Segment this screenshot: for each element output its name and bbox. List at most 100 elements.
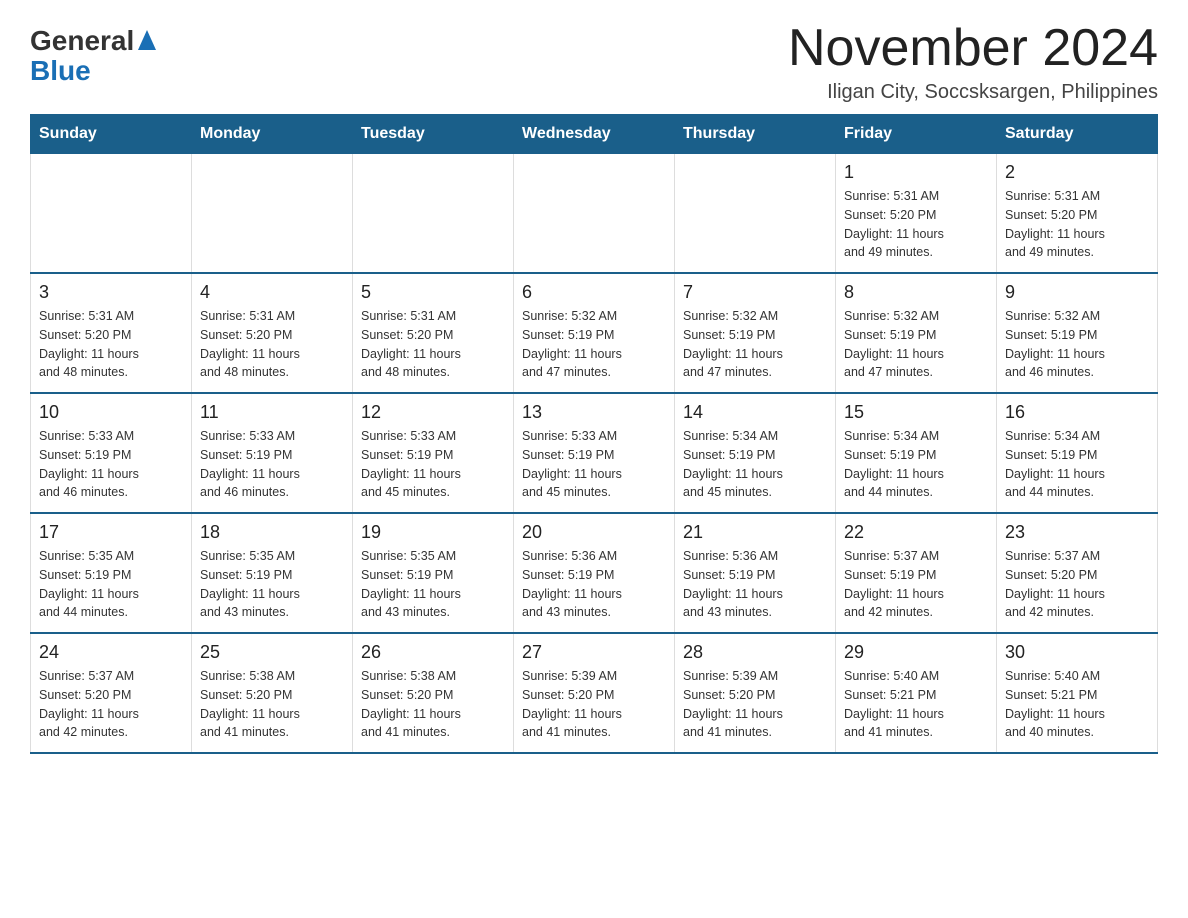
calendar-day-cell: 30 Sunrise: 5:40 AM Sunset: 5:21 PM Dayli… [997,633,1158,753]
calendar-week-row: 24 Sunrise: 5:37 AM Sunset: 5:20 PM Dayli… [31,633,1158,753]
day-number: 25 [200,642,344,663]
day-info-text: Sunrise: 5:32 AM Sunset: 5:19 PM Dayligh… [1005,307,1149,382]
calendar-day-cell: 12Sunrise: 5:33 AM Sunset: 5:19 PM Dayli… [353,393,514,513]
day-number: 16 [1005,402,1149,423]
day-number: 6 [522,282,666,303]
calendar-day-cell: 27 Sunrise: 5:39 AM Sunset: 5:20 PM Dayli… [514,633,675,753]
calendar-day-cell: 20 Sunrise: 5:36 AM Sunset: 5:19 PM Dayli… [514,513,675,633]
calendar-day-cell: 13 Sunrise: 5:33 AM Sunset: 5:19 PM Dayli… [514,393,675,513]
day-number: 24 [39,642,183,663]
day-info-text: Sunrise: 5:31 AM Sunset: 5:20 PM Dayligh… [1005,187,1149,262]
calendar-table: SundayMondayTuesdayWednesdayThursdayFrid… [30,114,1158,754]
day-info-text: Sunrise: 5:36 AM Sunset: 5:19 PM Dayligh… [683,547,827,622]
calendar-day-cell: 9 Sunrise: 5:32 AM Sunset: 5:19 PM Daylig… [997,273,1158,393]
day-info-text: Sunrise: 5:32 AM Sunset: 5:19 PM Dayligh… [683,307,827,382]
day-number: 3 [39,282,183,303]
calendar-day-cell: 22Sunrise: 5:37 AM Sunset: 5:19 PM Dayli… [836,513,997,633]
calendar-week-row: 17 Sunrise: 5:35 AM Sunset: 5:19 PM Dayli… [31,513,1158,633]
logo-triangle-icon [138,30,156,55]
day-info-text: Sunrise: 5:34 AM Sunset: 5:19 PM Dayligh… [683,427,827,502]
day-of-week-header: Wednesday [514,115,675,154]
day-info-text: Sunrise: 5:31 AM Sunset: 5:20 PM Dayligh… [39,307,183,382]
calendar-day-cell: 14 Sunrise: 5:34 AM Sunset: 5:19 PM Dayli… [675,393,836,513]
calendar-day-cell: 26 Sunrise: 5:38 AM Sunset: 5:20 PM Dayli… [353,633,514,753]
day-number: 9 [1005,282,1149,303]
day-number: 29 [844,642,988,663]
day-info-text: Sunrise: 5:32 AM Sunset: 5:19 PM Dayligh… [522,307,666,382]
day-info-text: Sunrise: 5:38 AM Sunset: 5:20 PM Dayligh… [200,667,344,742]
day-info-text: Sunrise: 5:32 AM Sunset: 5:19 PM Dayligh… [844,307,988,382]
day-of-week-header: Tuesday [353,115,514,154]
day-number: 19 [361,522,505,543]
day-number: 28 [683,642,827,663]
location-text: Iligan City, Soccsksargen, Philippines [788,81,1158,104]
day-info-text: Sunrise: 5:36 AM Sunset: 5:19 PM Dayligh… [522,547,666,622]
day-info-text: Sunrise: 5:39 AM Sunset: 5:20 PM Dayligh… [522,667,666,742]
calendar-day-cell: 5 Sunrise: 5:31 AM Sunset: 5:20 PM Daylig… [353,273,514,393]
calendar-day-cell: 11 Sunrise: 5:33 AM Sunset: 5:19 PM Dayli… [192,393,353,513]
calendar-day-cell: 2 Sunrise: 5:31 AM Sunset: 5:20 PM Daylig… [997,154,1158,274]
day-info-text: Sunrise: 5:33 AM Sunset: 5:19 PM Dayligh… [522,427,666,502]
day-info-text: Sunrise: 5:40 AM Sunset: 5:21 PM Dayligh… [844,667,988,742]
calendar-day-cell [192,154,353,274]
day-info-text: Sunrise: 5:37 AM Sunset: 5:20 PM Dayligh… [1005,547,1149,622]
calendar-day-cell: 6 Sunrise: 5:32 AM Sunset: 5:19 PM Daylig… [514,273,675,393]
day-number: 13 [522,402,666,423]
day-info-text: Sunrise: 5:35 AM Sunset: 5:19 PM Dayligh… [200,547,344,622]
day-info-text: Sunrise: 5:31 AM Sunset: 5:20 PM Dayligh… [844,187,988,262]
day-of-week-header: Thursday [675,115,836,154]
calendar-day-cell: 28 Sunrise: 5:39 AM Sunset: 5:20 PM Dayli… [675,633,836,753]
calendar-day-cell: 24 Sunrise: 5:37 AM Sunset: 5:20 PM Dayli… [31,633,192,753]
day-number: 20 [522,522,666,543]
day-info-text: Sunrise: 5:35 AM Sunset: 5:19 PM Dayligh… [361,547,505,622]
calendar-day-cell: 21 Sunrise: 5:36 AM Sunset: 5:19 PM Dayli… [675,513,836,633]
day-number: 21 [683,522,827,543]
day-number: 4 [200,282,344,303]
calendar-day-cell: 8 Sunrise: 5:32 AM Sunset: 5:19 PM Daylig… [836,273,997,393]
day-number: 14 [683,402,827,423]
day-info-text: Sunrise: 5:35 AM Sunset: 5:19 PM Dayligh… [39,547,183,622]
day-number: 18 [200,522,344,543]
calendar-week-row: 3 Sunrise: 5:31 AM Sunset: 5:20 PM Daylig… [31,273,1158,393]
day-of-week-header: Saturday [997,115,1158,154]
day-info-text: Sunrise: 5:38 AM Sunset: 5:20 PM Dayligh… [361,667,505,742]
calendar-day-cell: 1 Sunrise: 5:31 AM Sunset: 5:20 PM Daylig… [836,154,997,274]
day-info-text: Sunrise: 5:34 AM Sunset: 5:19 PM Dayligh… [844,427,988,502]
day-of-week-header: Sunday [31,115,192,154]
day-info-text: Sunrise: 5:40 AM Sunset: 5:21 PM Dayligh… [1005,667,1149,742]
calendar-day-cell: 23 Sunrise: 5:37 AM Sunset: 5:20 PM Dayli… [997,513,1158,633]
logo-general-text: General [30,25,134,57]
day-number: 26 [361,642,505,663]
calendar-day-cell [353,154,514,274]
title-section: November 2024 Iligan City, Soccsksargen,… [788,20,1158,104]
calendar-day-cell: 25 Sunrise: 5:38 AM Sunset: 5:20 PM Dayli… [192,633,353,753]
calendar-day-cell: 4Sunrise: 5:31 AM Sunset: 5:20 PM Daylig… [192,273,353,393]
calendar-day-cell: 17 Sunrise: 5:35 AM Sunset: 5:19 PM Dayli… [31,513,192,633]
day-number: 17 [39,522,183,543]
day-number: 11 [200,402,344,423]
day-info-text: Sunrise: 5:39 AM Sunset: 5:20 PM Dayligh… [683,667,827,742]
day-of-week-header: Monday [192,115,353,154]
day-info-text: Sunrise: 5:31 AM Sunset: 5:20 PM Dayligh… [361,307,505,382]
day-number: 8 [844,282,988,303]
calendar-day-cell: 10Sunrise: 5:33 AM Sunset: 5:19 PM Dayli… [31,393,192,513]
day-info-text: Sunrise: 5:37 AM Sunset: 5:20 PM Dayligh… [39,667,183,742]
calendar-week-row: 10Sunrise: 5:33 AM Sunset: 5:19 PM Dayli… [31,393,1158,513]
day-number: 23 [1005,522,1149,543]
month-title: November 2024 [788,20,1158,77]
day-number: 1 [844,162,988,183]
calendar-header-row: SundayMondayTuesdayWednesdayThursdayFrid… [31,115,1158,154]
day-number: 2 [1005,162,1149,183]
calendar-day-cell: 7Sunrise: 5:32 AM Sunset: 5:19 PM Daylig… [675,273,836,393]
day-number: 15 [844,402,988,423]
calendar-day-cell [31,154,192,274]
day-info-text: Sunrise: 5:37 AM Sunset: 5:19 PM Dayligh… [844,547,988,622]
day-number: 30 [1005,642,1149,663]
day-info-text: Sunrise: 5:33 AM Sunset: 5:19 PM Dayligh… [200,427,344,502]
day-of-week-header: Friday [836,115,997,154]
calendar-day-cell: 18 Sunrise: 5:35 AM Sunset: 5:19 PM Dayli… [192,513,353,633]
calendar-day-cell: 19 Sunrise: 5:35 AM Sunset: 5:19 PM Dayli… [353,513,514,633]
day-number: 5 [361,282,505,303]
day-number: 27 [522,642,666,663]
calendar-day-cell: 15 Sunrise: 5:34 AM Sunset: 5:19 PM Dayli… [836,393,997,513]
